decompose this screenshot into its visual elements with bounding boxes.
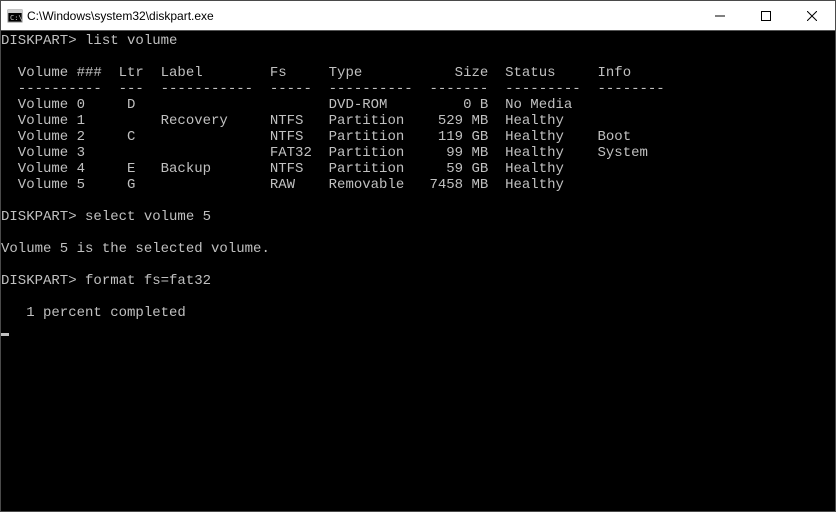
terminal-line: Volume 1 Recovery NTFS Partition 529 MB … bbox=[1, 113, 835, 129]
terminal-line bbox=[1, 257, 835, 273]
terminal-line: DISKPART> list volume bbox=[1, 33, 835, 49]
terminal-line: Volume 5 G RAW Removable 7458 MB Healthy bbox=[1, 177, 835, 193]
terminal-line: Volume 4 E Backup NTFS Partition 59 GB H… bbox=[1, 161, 835, 177]
terminal-output[interactable]: DISKPART> list volume Volume ### Ltr Lab… bbox=[1, 31, 835, 511]
terminal-line: Volume 3 FAT32 Partition 99 MB Healthy S… bbox=[1, 145, 835, 161]
terminal-line: Volume ### Ltr Label Fs Type Size Status… bbox=[1, 65, 835, 81]
terminal-line: ---------- --- ----------- ----- -------… bbox=[1, 81, 835, 97]
cursor-line bbox=[1, 321, 835, 337]
terminal-line: Volume 0 D DVD-ROM 0 B No Media bbox=[1, 97, 835, 113]
app-icon: C:\ bbox=[7, 8, 23, 24]
minimize-button[interactable] bbox=[697, 1, 743, 30]
titlebar[interactable]: C:\ C:\Windows\system32\diskpart.exe bbox=[1, 1, 835, 31]
terminal-line bbox=[1, 289, 835, 305]
maximize-button[interactable] bbox=[743, 1, 789, 30]
terminal-line bbox=[1, 193, 835, 209]
terminal-line: Volume 5 is the selected volume. bbox=[1, 241, 835, 257]
terminal-line: DISKPART> select volume 5 bbox=[1, 209, 835, 225]
terminal-line: DISKPART> format fs=fat32 bbox=[1, 273, 835, 289]
svg-text:C:\: C:\ bbox=[10, 14, 23, 22]
terminal-line bbox=[1, 49, 835, 65]
terminal-line bbox=[1, 225, 835, 241]
window-frame: C:\ C:\Windows\system32\diskpart.exe DIS… bbox=[0, 0, 836, 512]
close-button[interactable] bbox=[789, 1, 835, 30]
window-controls bbox=[697, 1, 835, 30]
progress-line: 1 percent completed bbox=[1, 305, 835, 321]
terminal-line: Volume 2 C NTFS Partition 119 GB Healthy… bbox=[1, 129, 835, 145]
terminal-cursor bbox=[1, 333, 9, 336]
window-title: C:\Windows\system32\diskpart.exe bbox=[27, 9, 697, 23]
